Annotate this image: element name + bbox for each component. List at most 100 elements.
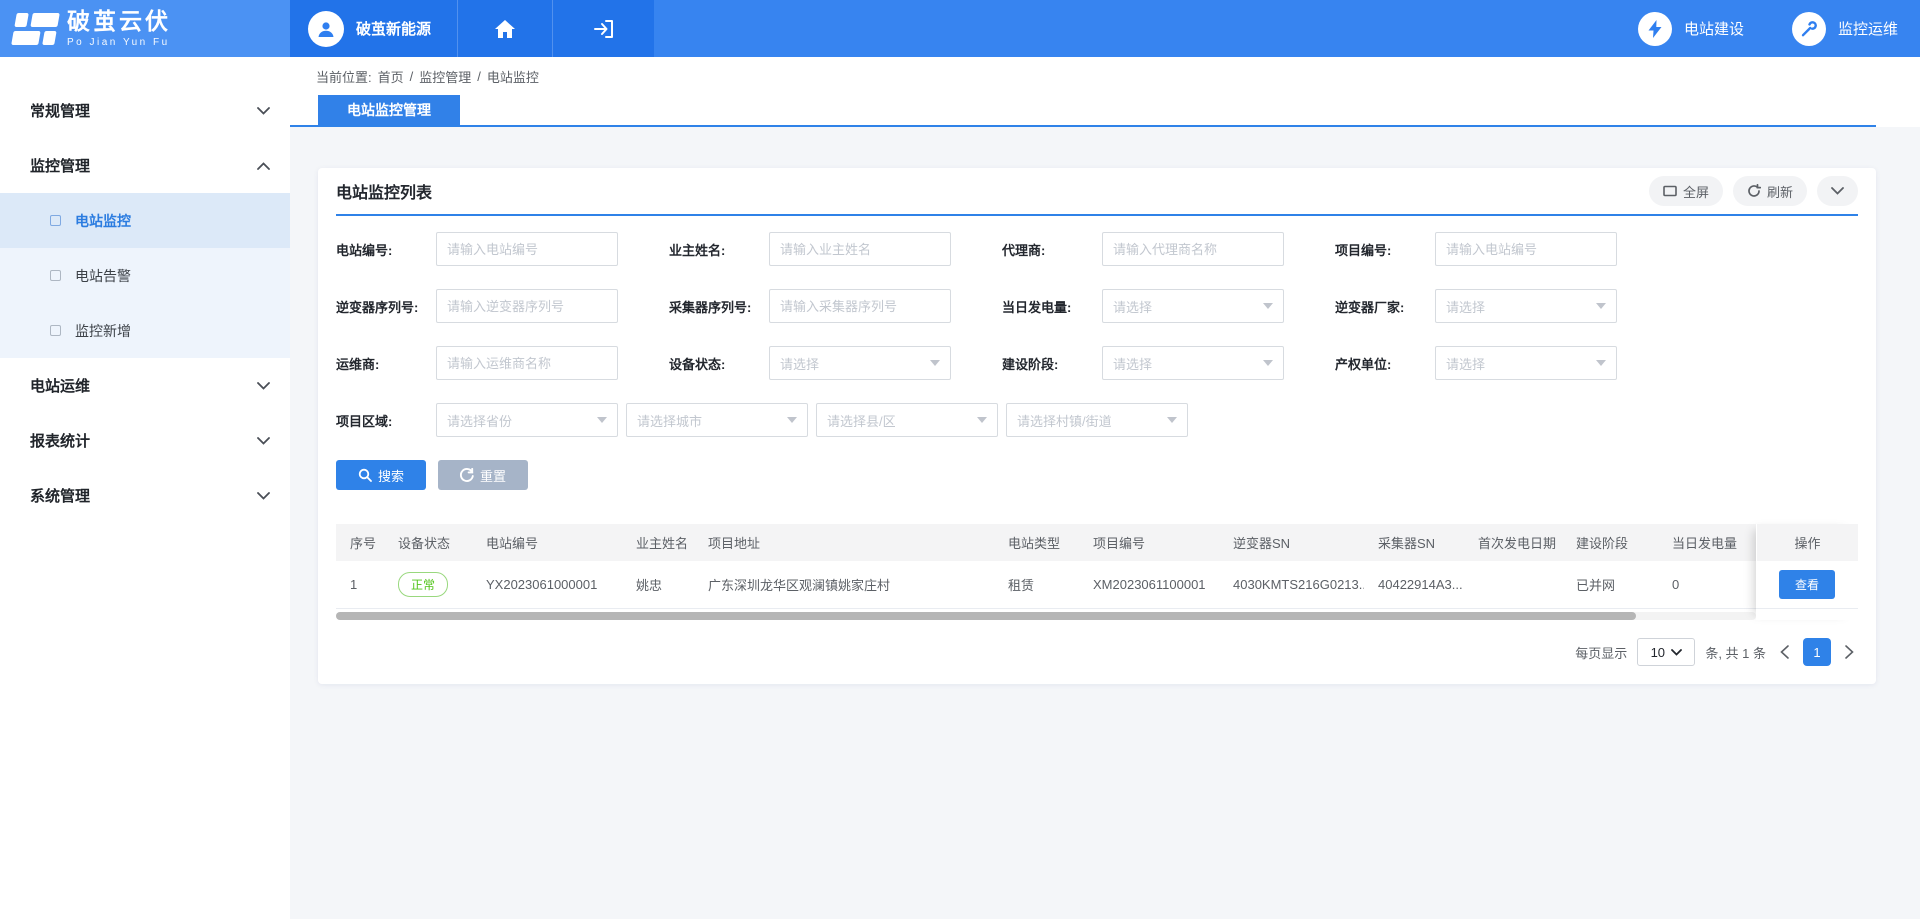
sidebar-item-station-om[interactable]: 电站运维 xyxy=(0,358,290,413)
table-row: 1 正常 YX2023061000001 姚忠 广东深圳龙华区观澜镇姚家庄村 租… xyxy=(336,561,1756,609)
region-label: 项目区域: xyxy=(336,411,436,430)
inverter-sn-label: 逆变器序列号: xyxy=(336,297,436,316)
home-button[interactable] xyxy=(457,0,552,57)
user-menu[interactable]: 破茧新能源 xyxy=(290,0,457,57)
fullscreen-button[interactable]: 全屏 xyxy=(1649,176,1723,206)
scrollbar-thumb[interactable] xyxy=(336,612,1636,620)
col-header-collector-sn: 采集器SN xyxy=(1364,533,1464,552)
sidebar-item-reports[interactable]: 报表统计 xyxy=(0,413,290,468)
sidebar-item-station-monitor[interactable]: 电站监控 xyxy=(0,193,290,248)
inverter-vendor-select[interactable]: 请选择 xyxy=(1435,289,1617,323)
owner-name-input[interactable] xyxy=(769,232,951,266)
region-town-select[interactable]: 请选择村镇/街道 xyxy=(1006,403,1188,437)
nav-monitor-om-label: 监控运维 xyxy=(1838,18,1898,39)
sidebar-subitem-label: 电站告警 xyxy=(75,266,131,286)
col-header-build-stage: 建设阶段 xyxy=(1562,533,1658,552)
sidebar-item-system[interactable]: 系统管理 xyxy=(0,468,290,523)
company-name: 破茧新能源 xyxy=(356,18,431,39)
logo-title: 破茧云伏 xyxy=(67,9,171,34)
logo-icon xyxy=(11,13,60,45)
nav-station-build[interactable]: 电站建设 xyxy=(1638,0,1744,57)
om-vendor-input[interactable] xyxy=(436,346,618,380)
daily-power-label: 当日发电量: xyxy=(1002,297,1102,316)
cell-index: 1 xyxy=(336,577,384,592)
breadcrumb-home[interactable]: 首页 xyxy=(378,67,404,86)
om-vendor-label: 运维商: xyxy=(336,354,436,373)
build-stage-label: 建设阶段: xyxy=(1002,354,1102,373)
login-button[interactable] xyxy=(552,0,654,57)
logo: 破茧云伏 Po Jian Yun Fu xyxy=(0,0,290,57)
caret-down-icon xyxy=(930,360,940,366)
panel-title: 电站监控列表 xyxy=(336,179,1639,203)
cell-station-no: YX2023061000001 xyxy=(472,577,622,592)
sidebar-item-monitor-add[interactable]: 监控新增 xyxy=(0,303,290,358)
page-number-button[interactable]: 1 xyxy=(1803,638,1831,666)
sidebar-submenu-monitoring: 电站监控 电站告警 监控新增 xyxy=(0,193,290,358)
select-placeholder: 请选择 xyxy=(1113,297,1263,316)
daily-power-select[interactable]: 请选择 xyxy=(1102,289,1284,323)
chevron-down-icon xyxy=(1831,187,1844,195)
sidebar-item-monitoring[interactable]: 监控管理 xyxy=(0,138,290,193)
station-no-label: 电站编号: xyxy=(336,240,436,259)
nav-monitor-om[interactable]: 监控运维 xyxy=(1792,0,1898,57)
region-city-select[interactable]: 请选择城市 xyxy=(626,403,808,437)
logo-text: 破茧云伏 Po Jian Yun Fu xyxy=(67,9,171,47)
col-header-index: 序号 xyxy=(336,533,384,552)
chevron-down-icon xyxy=(257,492,270,500)
select-placeholder: 请选择省份 xyxy=(447,411,597,430)
col-header-address: 项目地址 xyxy=(694,533,994,552)
caret-down-icon xyxy=(1596,360,1606,366)
cell-device-status: 正常 xyxy=(384,572,472,597)
next-page-button[interactable] xyxy=(1841,645,1858,659)
collector-sn-label: 采集器序列号: xyxy=(669,297,769,316)
cell-address: 广东深圳龙华区观澜镇姚家庄村 xyxy=(694,575,994,594)
home-icon xyxy=(494,19,516,39)
region-district-select[interactable]: 请选择县/区 xyxy=(816,403,998,437)
tab-station-monitor-mgmt[interactable]: 电站监控管理 xyxy=(318,95,460,125)
inverter-sn-input[interactable] xyxy=(436,289,618,323)
col-header-station-type: 电站类型 xyxy=(994,533,1079,552)
caret-down-icon xyxy=(787,417,797,423)
sidebar-item-label: 电站运维 xyxy=(30,375,257,396)
reset-button[interactable]: 重置 xyxy=(438,460,528,490)
breadcrumb-monitoring[interactable]: 监控管理 xyxy=(419,67,471,86)
pagination: 每页显示 10 条, 共 1 条 1 xyxy=(336,638,1858,666)
reset-icon xyxy=(460,468,474,482)
search-icon xyxy=(358,468,372,482)
project-no-input[interactable] xyxy=(1435,232,1617,266)
collector-sn-input[interactable] xyxy=(769,289,951,323)
sidebar-item-label: 系统管理 xyxy=(30,485,257,506)
filter-actions: 搜索 重置 xyxy=(336,460,1858,490)
select-placeholder: 请选择 xyxy=(1446,354,1596,373)
wrench-icon xyxy=(1792,12,1826,46)
page-body: 电站监控列表 全屏 刷新 xyxy=(290,127,1920,919)
cell-operation: 查看 xyxy=(1756,561,1858,609)
select-placeholder: 请选择 xyxy=(1113,354,1263,373)
filter-form: 电站编号: 业主姓名: 代理商: 项目编号: xyxy=(336,216,1858,437)
select-placeholder: 请选择城市 xyxy=(637,411,787,430)
per-page-select[interactable]: 10 xyxy=(1637,638,1695,666)
build-stage-select[interactable]: 请选择 xyxy=(1102,346,1284,380)
sidebar-item-general[interactable]: 常规管理 xyxy=(0,83,290,138)
sidebar-item-station-alarm[interactable]: 电站告警 xyxy=(0,248,290,303)
property-unit-select[interactable]: 请选择 xyxy=(1435,346,1617,380)
user-avatar-icon xyxy=(308,11,344,47)
collapse-panel-button[interactable] xyxy=(1817,176,1858,206)
search-button[interactable]: 搜索 xyxy=(336,460,426,490)
agent-input[interactable] xyxy=(1102,232,1284,266)
sidebar: 常规管理 监控管理 电站监控 电站告警 监控新增 电站运维 xyxy=(0,57,290,919)
refresh-label: 刷新 xyxy=(1767,182,1793,201)
device-status-select[interactable]: 请选择 xyxy=(769,346,951,380)
device-status-label: 设备状态: xyxy=(669,354,769,373)
owner-name-label: 业主姓名: xyxy=(669,240,769,259)
prev-page-button[interactable] xyxy=(1776,645,1793,659)
region-province-select[interactable]: 请选择省份 xyxy=(436,403,618,437)
station-no-input[interactable] xyxy=(436,232,618,266)
view-button[interactable]: 查看 xyxy=(1779,570,1835,599)
select-placeholder: 请选择 xyxy=(1446,297,1596,316)
fullscreen-label: 全屏 xyxy=(1683,182,1709,201)
select-placeholder: 请选择村镇/街道 xyxy=(1017,411,1167,430)
refresh-button[interactable]: 刷新 xyxy=(1733,176,1807,206)
caret-down-icon xyxy=(597,417,607,423)
horizontal-scrollbar[interactable] xyxy=(336,612,1756,620)
